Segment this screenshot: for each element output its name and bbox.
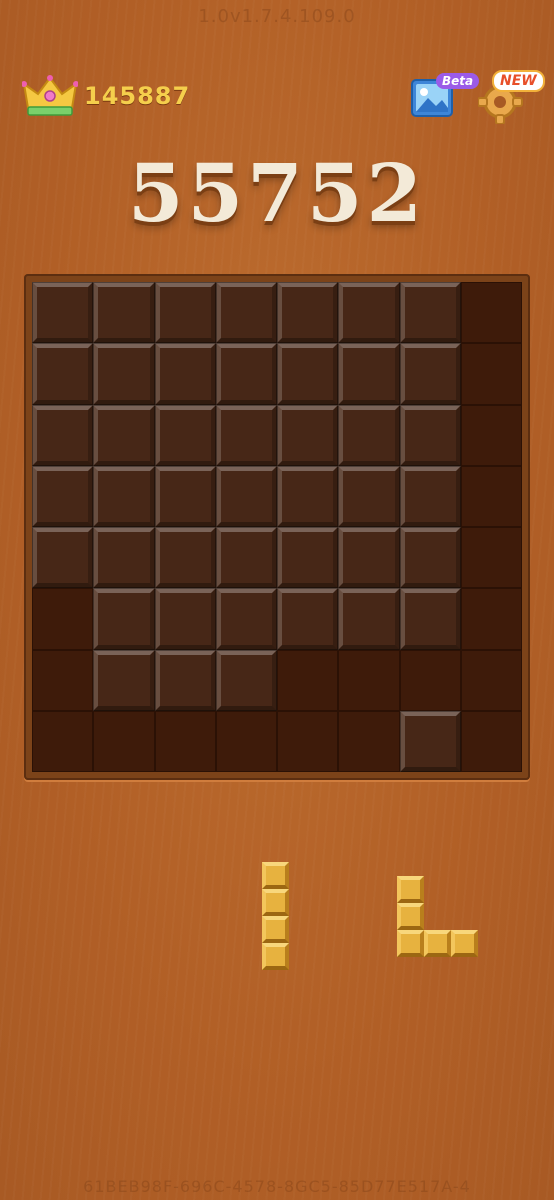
piece-block: [262, 916, 289, 943]
board-cell-filled[interactable]: [93, 527, 155, 589]
device-id-label: 61BEB98F-696C-4578-8GC5-85D77E517A-4: [83, 1177, 471, 1196]
board-cell-filled[interactable]: [154, 404, 216, 466]
version-label: 1.0v1.7.4.109.0: [198, 6, 356, 27]
board-cell-filled[interactable]: [215, 588, 277, 650]
board-cell-filled[interactable]: [215, 649, 277, 711]
board-cell-filled[interactable]: [338, 527, 400, 589]
board-cell-empty[interactable]: [338, 649, 400, 711]
board-cell-filled[interactable]: [32, 465, 94, 527]
board-cell-filled[interactable]: [93, 588, 155, 650]
board-cell-filled[interactable]: [399, 465, 461, 527]
board-cell-filled[interactable]: [399, 527, 461, 589]
board-cell-empty[interactable]: [32, 649, 94, 711]
piece-block: [262, 889, 289, 916]
board-cell-empty[interactable]: [460, 343, 522, 405]
board-cell-filled[interactable]: [32, 527, 94, 589]
board-cell-empty[interactable]: [32, 710, 94, 772]
board-cell-empty[interactable]: [460, 527, 522, 589]
board-cell-filled[interactable]: [32, 343, 94, 405]
piece-l[interactable]: [397, 876, 481, 960]
board-cell-filled[interactable]: [215, 282, 277, 344]
board-cell-filled[interactable]: [399, 404, 461, 466]
board-cell-filled[interactable]: [215, 404, 277, 466]
board-cell-filled[interactable]: [154, 282, 216, 344]
board-cell-filled[interactable]: [154, 465, 216, 527]
crown-icon: [22, 75, 78, 116]
board-cell-filled[interactable]: [32, 404, 94, 466]
game-board[interactable]: [32, 282, 522, 772]
board-cell-empty[interactable]: [277, 710, 339, 772]
board-cell-empty[interactable]: [154, 710, 216, 772]
game-board-frame: [24, 274, 530, 780]
board-cell-filled[interactable]: [338, 588, 400, 650]
board-cell-filled[interactable]: [215, 465, 277, 527]
beta-badge: Beta: [436, 73, 480, 89]
board-cell-filled[interactable]: [338, 465, 400, 527]
board-cell-filled[interactable]: [154, 343, 216, 405]
board-cell-empty[interactable]: [215, 710, 277, 772]
board-cell-filled[interactable]: [338, 404, 400, 466]
board-cell-filled[interactable]: [93, 465, 155, 527]
board-cell-empty[interactable]: [460, 404, 522, 466]
piece-block: [451, 930, 478, 957]
piece-block: [262, 862, 289, 889]
board-cell-empty[interactable]: [399, 649, 461, 711]
board-cell-filled[interactable]: [277, 343, 339, 405]
board-cell-empty[interactable]: [460, 282, 522, 344]
board-cell-filled[interactable]: [93, 343, 155, 405]
piece-block: [397, 876, 424, 903]
board-cell-filled[interactable]: [277, 282, 339, 344]
board-cell-empty[interactable]: [338, 710, 400, 772]
piece-block: [397, 903, 424, 930]
board-cell-filled[interactable]: [338, 343, 400, 405]
board-cell-filled[interactable]: [154, 527, 216, 589]
board-cell-empty[interactable]: [32, 588, 94, 650]
board-cell-empty[interactable]: [460, 588, 522, 650]
board-cell-filled[interactable]: [399, 710, 461, 772]
piece-block: [424, 930, 451, 957]
board-cell-filled[interactable]: [399, 282, 461, 344]
board-cell-filled[interactable]: [93, 282, 155, 344]
piece-block: [397, 930, 424, 957]
board-cell-filled[interactable]: [338, 282, 400, 344]
board-cell-empty[interactable]: [277, 649, 339, 711]
board-cell-filled[interactable]: [93, 649, 155, 711]
new-badge: NEW: [492, 70, 545, 92]
board-cell-filled[interactable]: [93, 404, 155, 466]
board-cell-filled[interactable]: [154, 588, 216, 650]
board-cell-filled[interactable]: [154, 649, 216, 711]
piece-i-vertical[interactable]: [262, 862, 292, 974]
board-cell-filled[interactable]: [399, 588, 461, 650]
current-score: 55752: [127, 146, 427, 240]
board-cell-empty[interactable]: [460, 649, 522, 711]
board-cell-empty[interactable]: [460, 710, 522, 772]
board-cell-filled[interactable]: [215, 527, 277, 589]
board-cell-empty[interactable]: [460, 465, 522, 527]
board-cell-filled[interactable]: [32, 282, 94, 344]
board-cell-filled[interactable]: [277, 404, 339, 466]
board-cell-filled[interactable]: [277, 465, 339, 527]
piece-block: [262, 943, 289, 970]
board-cell-filled[interactable]: [277, 527, 339, 589]
board-cell-empty[interactable]: [93, 710, 155, 772]
board-cell-filled[interactable]: [399, 343, 461, 405]
board-cell-filled[interactable]: [215, 343, 277, 405]
best-score: 145887: [84, 82, 191, 110]
board-cell-filled[interactable]: [277, 588, 339, 650]
